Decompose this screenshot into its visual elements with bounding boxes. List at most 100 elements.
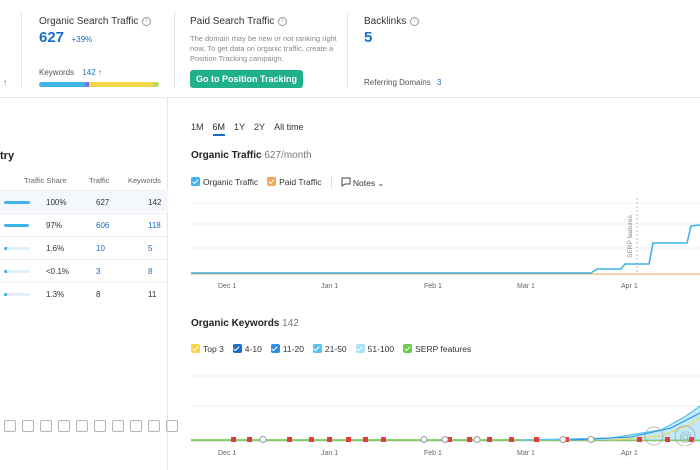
divider xyxy=(174,12,175,88)
serp-feature-marker[interactable] xyxy=(509,437,514,442)
traffic-cell: 627 xyxy=(96,198,110,207)
info-icon[interactable]: i xyxy=(142,17,152,26)
organic-traffic-line xyxy=(191,224,700,274)
table-row[interactable]: <0.1% 3 8 xyxy=(0,259,168,281)
table-row[interactable]: 97% 606 118 xyxy=(0,213,168,235)
checkbox-icon[interactable] xyxy=(267,177,277,186)
tab-all-time[interactable]: All time xyxy=(274,122,304,136)
table-row[interactable]: 1.6% 10 5 xyxy=(0,236,168,258)
traffic-cell[interactable]: 10 xyxy=(96,244,105,253)
organic-traffic-chart-title: Organic Traffic 627/month xyxy=(191,150,312,161)
traffic-share-bar xyxy=(4,224,29,227)
serp-feature-marker[interactable] xyxy=(309,437,314,442)
checkbox-icon[interactable] xyxy=(312,344,322,353)
serp-feature-marker[interactable] xyxy=(381,437,386,442)
google-feature-marker[interactable] xyxy=(441,436,449,443)
serp-feature-marker[interactable] xyxy=(247,437,252,442)
x-axis-label: Feb 1 xyxy=(424,283,442,290)
legend-top-3[interactable]: Top 3 xyxy=(191,344,224,354)
metric-backlinks: Backlinks i 5 Referring Domains 3 xyxy=(364,0,484,98)
notes-dropdown[interactable]: Notes ⌄ xyxy=(341,177,384,188)
serp-feature-marker[interactable] xyxy=(346,437,351,442)
panel-title: try xyxy=(0,150,15,162)
kw-bar-seg xyxy=(154,82,159,87)
go-to-position-tracking-button[interactable]: Go to Position Tracking xyxy=(190,70,304,88)
traffic-share-bar xyxy=(4,201,30,204)
partial-up-arrow: ↑ xyxy=(3,78,7,87)
col-traffic-share[interactable]: Traffic Share xyxy=(24,176,67,185)
table-row[interactable]: 1.3% 8 11 xyxy=(0,282,168,304)
organic-traffic-value[interactable]: 627 xyxy=(39,29,64,46)
referring-domains-label: Referring Domains xyxy=(364,78,431,87)
keywords-value-link[interactable]: 142 ↑ xyxy=(82,68,102,77)
backlinks-value[interactable]: 5 xyxy=(364,29,372,46)
traffic-share-cell: 1.6% xyxy=(46,244,65,253)
checkbox-icon[interactable] xyxy=(270,344,280,353)
tab-2y[interactable]: 2Y xyxy=(254,122,265,136)
gridlines xyxy=(191,202,700,249)
keywords-cell[interactable]: 5 xyxy=(148,244,152,253)
x-axis-label: Feb 1 xyxy=(424,450,442,457)
keywords-cell[interactable]: 8 xyxy=(148,267,152,276)
paid-traffic-title: Paid Search Traffic xyxy=(190,16,275,27)
link-icon xyxy=(22,420,34,432)
traffic-cell[interactable]: 3 xyxy=(96,267,100,276)
backlinks-title: Backlinks xyxy=(364,16,407,27)
tab-1m[interactable]: 1M xyxy=(191,122,204,136)
google-feature-marker[interactable] xyxy=(259,436,267,443)
legend-organic-traffic[interactable]: Organic Traffic xyxy=(191,177,258,187)
serp-feature-marker[interactable] xyxy=(231,437,236,442)
info-icon[interactable]: i xyxy=(278,17,288,26)
table-row[interactable]: 100% 627 142 xyxy=(0,190,168,212)
referring-domains-value[interactable]: 3 xyxy=(437,78,441,87)
serp-feature-marker[interactable] xyxy=(534,437,539,442)
x-axis-label: Jan 1 xyxy=(321,450,339,457)
organic-keywords-chart[interactable]: @ xyxy=(191,366,700,446)
col-traffic[interactable]: Traffic xyxy=(89,176,109,185)
notes-icon xyxy=(341,177,350,187)
tab-6m[interactable]: 6M xyxy=(212,122,226,136)
info-icon[interactable]: i xyxy=(410,17,420,26)
tab-1y[interactable]: 1Y xyxy=(234,122,245,136)
legend-21-50[interactable]: 21-50 xyxy=(312,344,347,354)
keywords-cell: 142 xyxy=(148,198,162,207)
checkbox-icon[interactable] xyxy=(191,344,200,353)
serp-feature-marker[interactable] xyxy=(487,437,492,442)
serp-feature-marker[interactable] xyxy=(287,437,292,442)
legend-11-20[interactable]: 11-20 xyxy=(270,344,304,354)
google-feature-marker[interactable] xyxy=(559,436,567,443)
serp-feature-marker[interactable] xyxy=(637,437,642,442)
serp-feature-icons xyxy=(4,420,178,432)
serp-feature-marker[interactable] xyxy=(363,437,368,442)
x-axis-label: Dec 1 xyxy=(218,283,237,290)
checkbox-icon[interactable] xyxy=(355,344,365,353)
metrics-bar: ↑ Organic Search Traffic i 627 +39% Keyw… xyxy=(0,0,700,98)
traffic-legend: Organic Traffic Paid Traffic Notes ⌄ xyxy=(191,176,384,188)
serp-feature-marker[interactable] xyxy=(467,437,472,442)
legend-serp-features[interactable]: SERP features xyxy=(403,344,471,354)
keywords-distribution-bar xyxy=(39,82,159,87)
legend-paid-traffic[interactable]: Paid Traffic xyxy=(267,177,322,187)
legend-4-10[interactable]: 4-10 xyxy=(232,344,262,354)
country-distribution-panel: try Traffic Share Traffic Keywords 100% 6… xyxy=(0,98,178,470)
google-feature-marker[interactable] xyxy=(587,436,595,443)
checkbox-icon[interactable] xyxy=(191,177,200,186)
keywords-cell[interactable]: 118 xyxy=(148,221,161,230)
serp-feature-marker[interactable] xyxy=(665,437,670,442)
traffic-cell[interactable]: 606 xyxy=(96,221,109,230)
svg-text:@: @ xyxy=(679,429,692,444)
checkbox-icon[interactable] xyxy=(232,344,242,353)
keywords-legend: Top 3 4-10 11-20 21-50 51-100 SERP features xyxy=(191,344,471,354)
traffic-share-cell: 100% xyxy=(46,198,67,207)
metric-paid-search-traffic: Paid Search Traffic i The domain may be … xyxy=(190,0,350,98)
legend-51-100[interactable]: 51-100 xyxy=(355,344,394,354)
traffic-share-bar xyxy=(4,270,30,273)
serp-feature-marker[interactable] xyxy=(327,437,332,442)
col-keywords[interactable]: Keywords xyxy=(128,176,161,185)
checkbox-icon[interactable] xyxy=(403,344,413,353)
jobs-icon xyxy=(148,420,160,432)
google-feature-marker[interactable] xyxy=(420,436,428,443)
google-feature-marker[interactable] xyxy=(473,436,481,443)
video-icon xyxy=(40,420,52,432)
x-axis-label: Jan 1 xyxy=(321,283,339,290)
